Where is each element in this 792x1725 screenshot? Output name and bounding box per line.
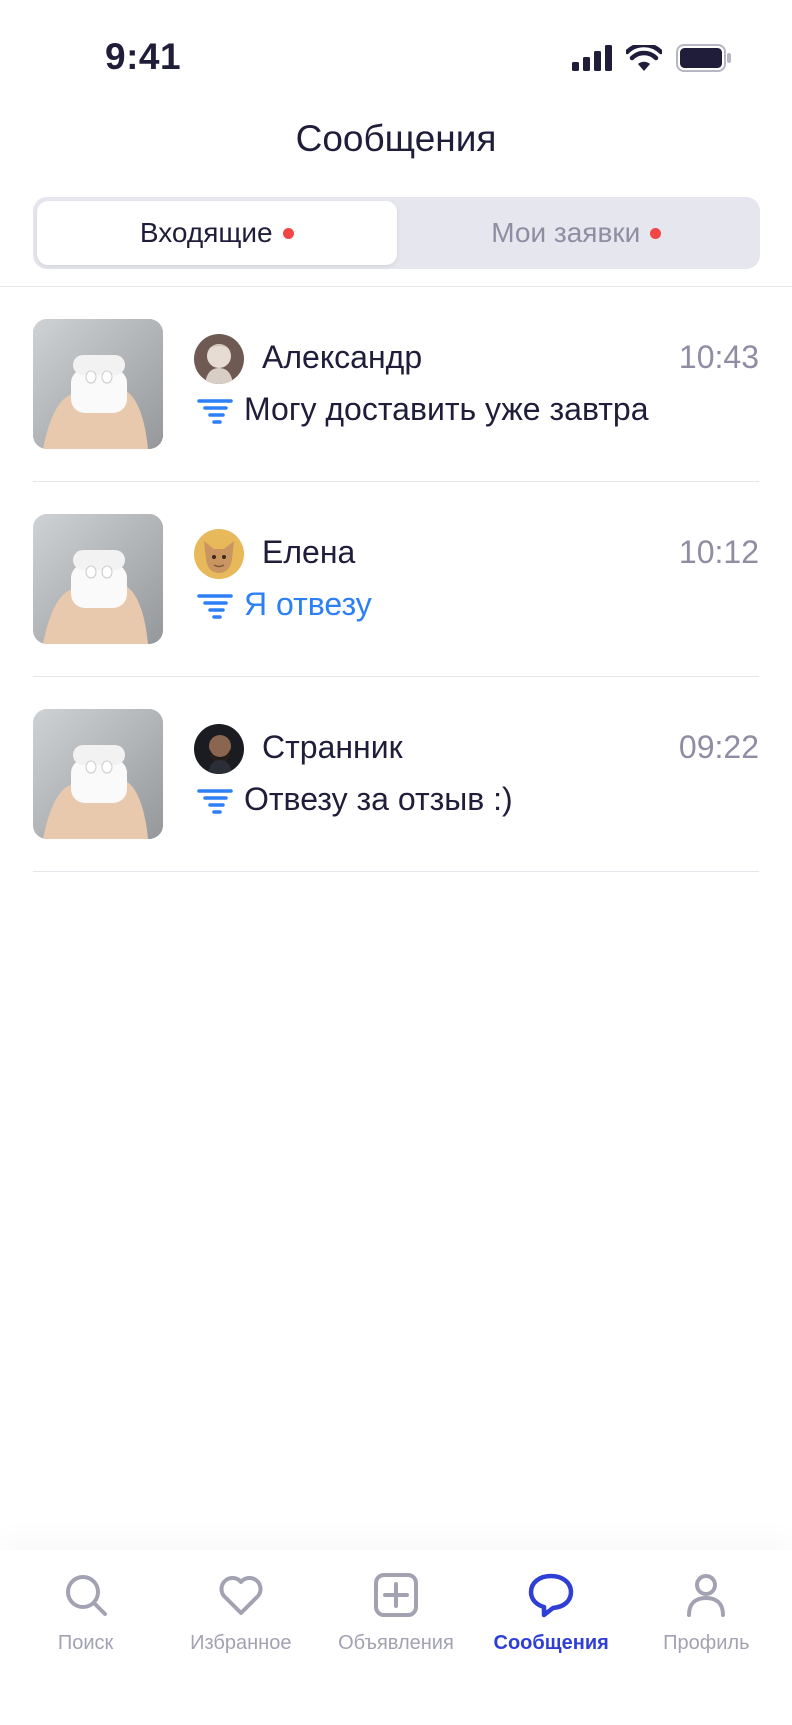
message-time: 10:43 <box>678 339 759 375</box>
chat-bubble-icon <box>528 1573 574 1618</box>
message-preview: Отвезу за отзыв :) <box>244 781 513 817</box>
battery-icon <box>676 44 731 72</box>
notification-dot <box>282 227 294 239</box>
status-bar: 9:41 <box>0 0 792 120</box>
avatar <box>194 334 244 384</box>
conversation-list: Александр 10:43 Могу доставить уже завтр… <box>0 287 792 872</box>
search-icon <box>65 1575 107 1616</box>
tornado-icon <box>197 399 233 424</box>
tab-profile-label: Профиль <box>663 1632 750 1654</box>
tab-my-requests[interactable]: Мои заявки <box>397 201 757 265</box>
notification-dot <box>650 227 662 239</box>
status-icons <box>572 44 732 72</box>
tab-profile[interactable]: Профиль <box>631 1550 781 1725</box>
status-time: 9:41 <box>105 36 182 77</box>
tab-bar: Поиск Избранное Объявления Сообщения Про… <box>0 1550 792 1725</box>
page-title: Сообщения <box>295 118 497 159</box>
tab-favorites-label: Избранное <box>190 1632 292 1654</box>
wifi-icon <box>626 45 662 71</box>
conversation-item[interactable]: Александр 10:43 Могу доставить уже завтр… <box>0 287 792 482</box>
message-preview: Могу доставить уже завтра <box>244 391 649 427</box>
message-preview: Я отвезу <box>244 586 372 622</box>
tornado-icon <box>197 594 233 619</box>
conversation-item[interactable]: Елена 10:12 Я отвезу <box>0 482 792 677</box>
message-time: 09:22 <box>678 729 759 765</box>
product-thumbnail <box>33 514 163 644</box>
heart-icon <box>219 1576 263 1615</box>
product-thumbnail <box>33 319 163 449</box>
avatar <box>194 724 244 774</box>
tab-listings-label: Объявления <box>338 1632 454 1654</box>
plus-square-icon <box>373 1573 418 1617</box>
sender-name: Елена <box>262 534 356 570</box>
sender-name: Странник <box>262 729 403 765</box>
tab-my-requests-label: Мои заявки <box>491 217 641 248</box>
tab-messages-label: Сообщения <box>493 1632 609 1654</box>
conversation-item[interactable]: Странник 09:22 Отвезу за отзыв :) <box>0 677 792 872</box>
product-thumbnail <box>33 709 163 839</box>
segmented-control: Входящие Мои заявки <box>33 197 760 269</box>
tab-favorites[interactable]: Избранное <box>166 1550 316 1725</box>
avatar <box>194 529 244 579</box>
signal-icon <box>572 45 612 71</box>
tornado-icon <box>197 789 233 814</box>
message-time: 10:12 <box>678 534 759 570</box>
tab-listings[interactable]: Объявления <box>321 1550 471 1725</box>
sender-name: Александр <box>262 339 423 375</box>
tab-search[interactable]: Поиск <box>11 1550 161 1725</box>
person-icon <box>687 1574 726 1617</box>
tab-incoming-label: Входящие <box>139 217 273 248</box>
tab-incoming[interactable]: Входящие <box>37 201 397 265</box>
tab-search-label: Поиск <box>57 1632 114 1654</box>
tab-messages[interactable]: Сообщения <box>476 1550 626 1725</box>
